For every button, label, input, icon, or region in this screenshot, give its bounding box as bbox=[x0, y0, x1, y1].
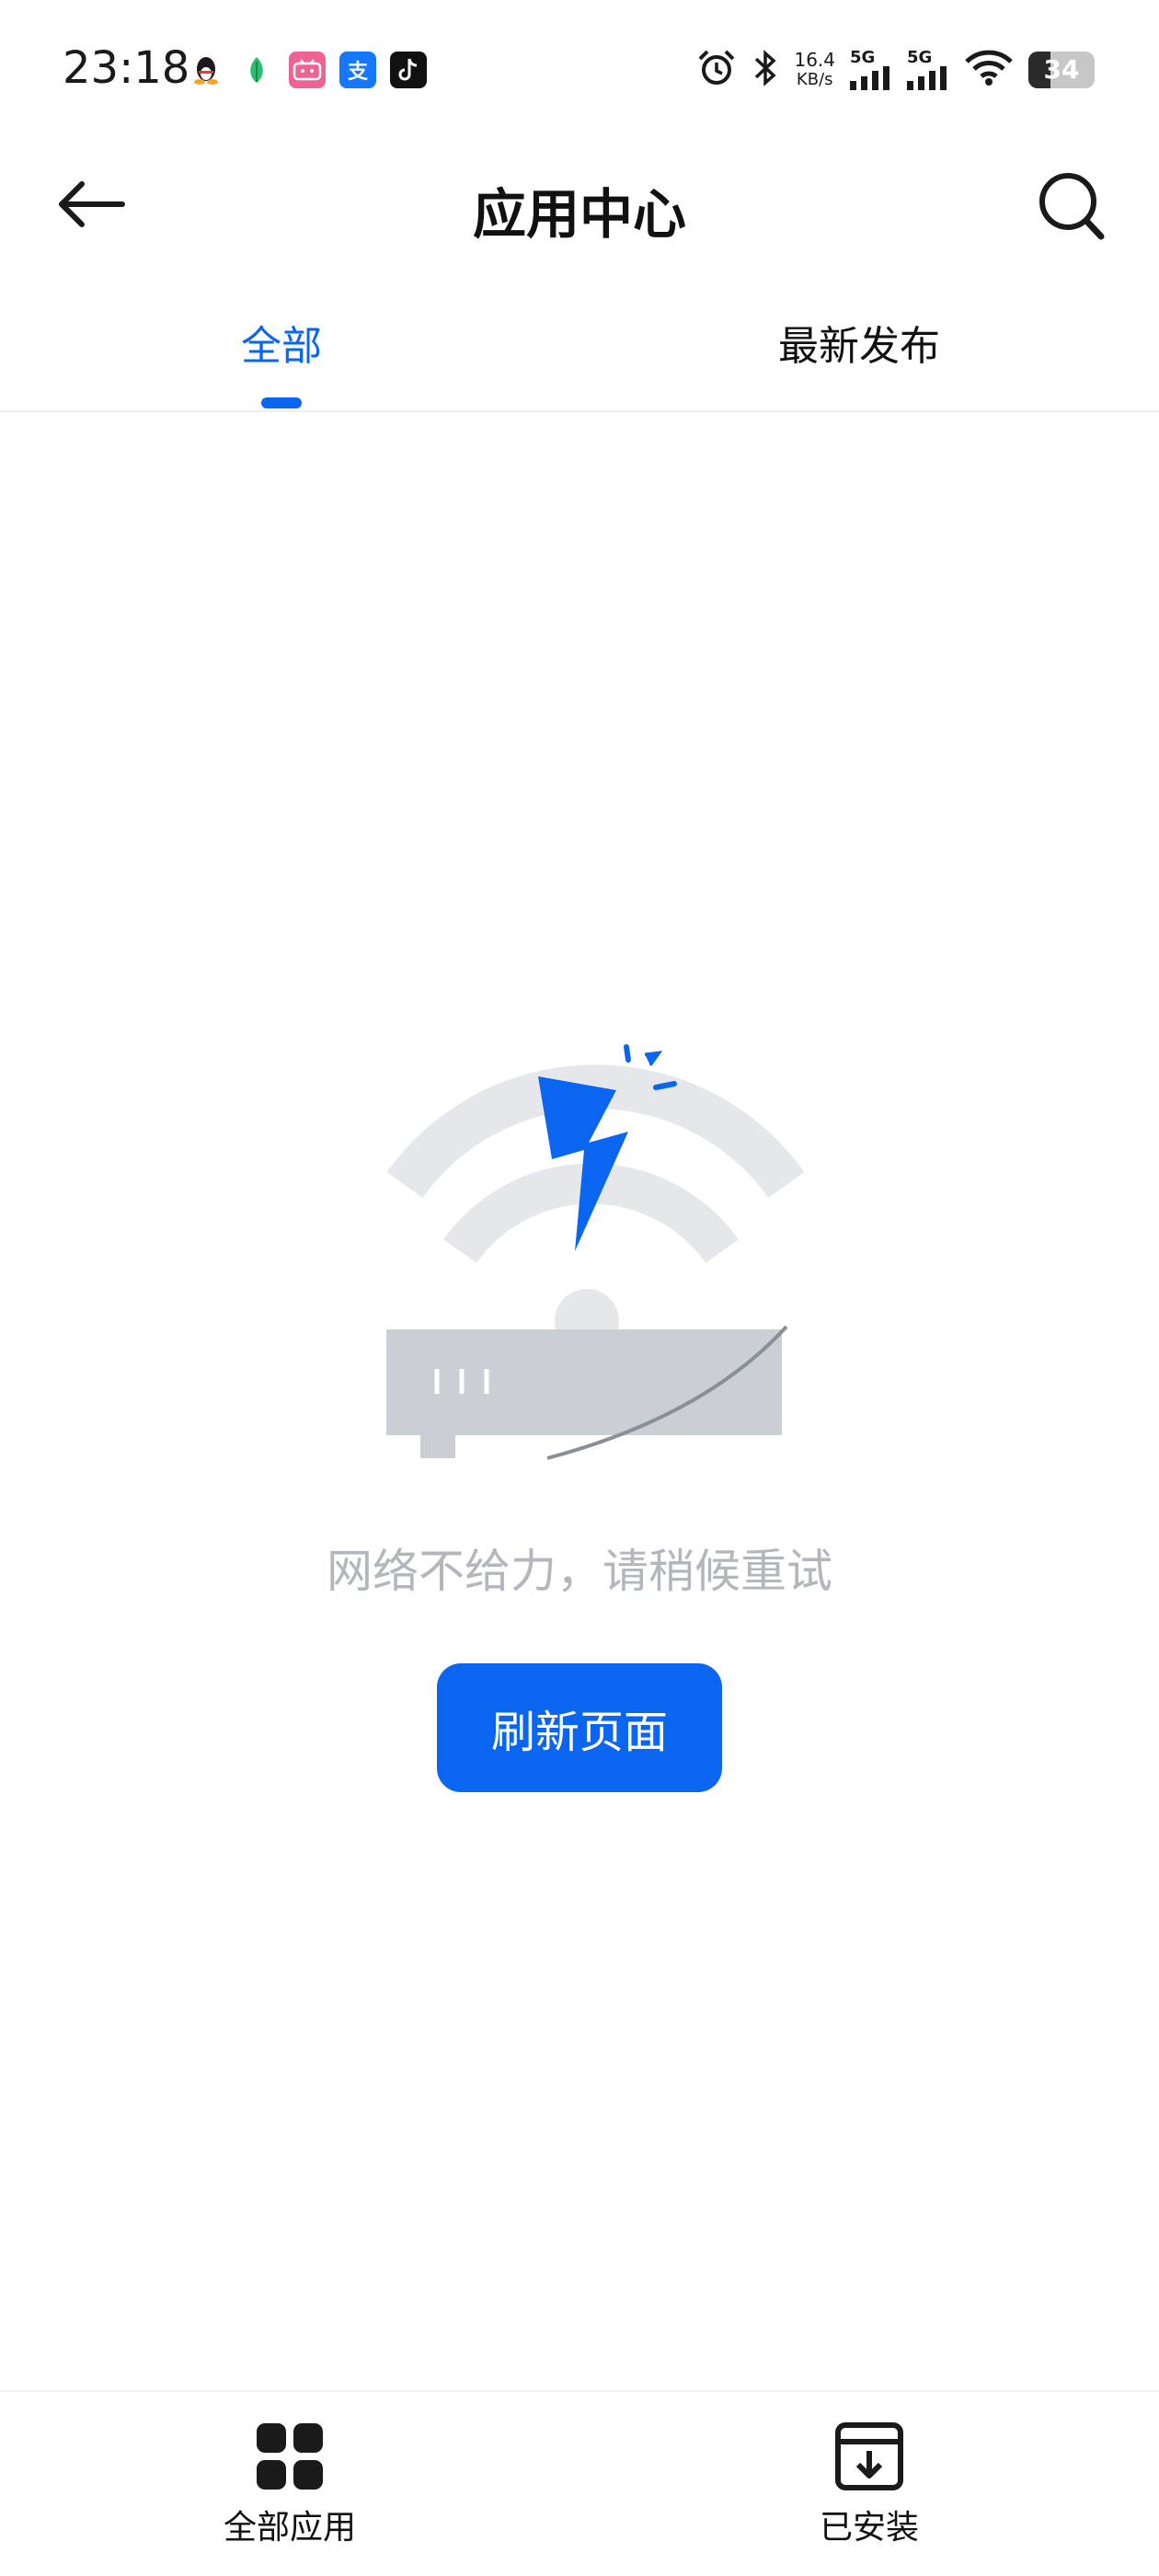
page-title: 应用中心 bbox=[472, 183, 686, 246]
wifi-icon bbox=[964, 50, 1014, 90]
qq-icon bbox=[188, 52, 224, 88]
system-icons: 16.4 KB/s 5G 5G 34 bbox=[696, 48, 1095, 92]
router-foot bbox=[420, 1431, 455, 1458]
status-time: 23:18 bbox=[63, 42, 190, 94]
error-message: 网络不给力，请稍候重试 bbox=[327, 1545, 832, 1598]
cell-signal-icon bbox=[850, 66, 889, 90]
bluetooth-icon bbox=[752, 48, 779, 92]
bottom-navigation: 全部应用 已安装 bbox=[0, 2390, 1159, 2576]
active-tab-indicator bbox=[261, 397, 302, 408]
alipay-icon: 支 bbox=[339, 52, 376, 88]
nav-all-apps[interactable]: 全部应用 bbox=[179, 2420, 400, 2548]
nav-installed-label: 已安装 bbox=[819, 2509, 919, 2547]
battery-level: 34 bbox=[1043, 54, 1080, 85]
tab-latest[interactable]: 最新发布 bbox=[778, 313, 940, 372]
network-error-illustration bbox=[386, 1044, 805, 1460]
signal-2: 5G bbox=[907, 50, 949, 90]
signal-1: 5G bbox=[850, 50, 892, 90]
signal-1-label: 5G bbox=[850, 48, 876, 67]
search-button[interactable] bbox=[1030, 166, 1113, 248]
download-box-icon bbox=[832, 2420, 906, 2493]
alipay-glyph: 支 bbox=[347, 61, 368, 84]
battery-icon: 34 bbox=[1028, 52, 1095, 88]
refresh-button[interactable]: 刷新页面 bbox=[437, 1663, 722, 1792]
status-bar: 23:18 支 16.4 KB/s 5G 5G 34 bbox=[0, 0, 1159, 138]
spark-1 bbox=[624, 1044, 631, 1063]
spark-2 bbox=[644, 1051, 663, 1066]
tab-all[interactable]: 全部 bbox=[241, 313, 322, 372]
alarm-icon bbox=[696, 48, 737, 92]
spark-3 bbox=[653, 1081, 677, 1090]
app-header: 应用中心 bbox=[0, 138, 1159, 267]
leaf-app-icon bbox=[238, 52, 275, 88]
nav-all-apps-label: 全部应用 bbox=[223, 2509, 356, 2547]
tab-bar: 全部 最新发布 bbox=[0, 276, 1159, 412]
signal-2-label: 5G bbox=[907, 48, 933, 67]
grid-icon bbox=[253, 2420, 327, 2493]
net-speed: 16.4 KB/s bbox=[794, 50, 835, 90]
search-icon bbox=[1039, 173, 1105, 240]
net-speed-value: 16.4 bbox=[794, 49, 835, 71]
bilibili-icon bbox=[289, 52, 326, 88]
notification-icons: 支 bbox=[188, 52, 427, 88]
nav-installed[interactable]: 已安装 bbox=[759, 2420, 980, 2548]
tiktok-icon bbox=[390, 52, 427, 88]
net-speed-unit: KB/s bbox=[796, 70, 833, 89]
cell-signal-icon bbox=[907, 66, 947, 90]
